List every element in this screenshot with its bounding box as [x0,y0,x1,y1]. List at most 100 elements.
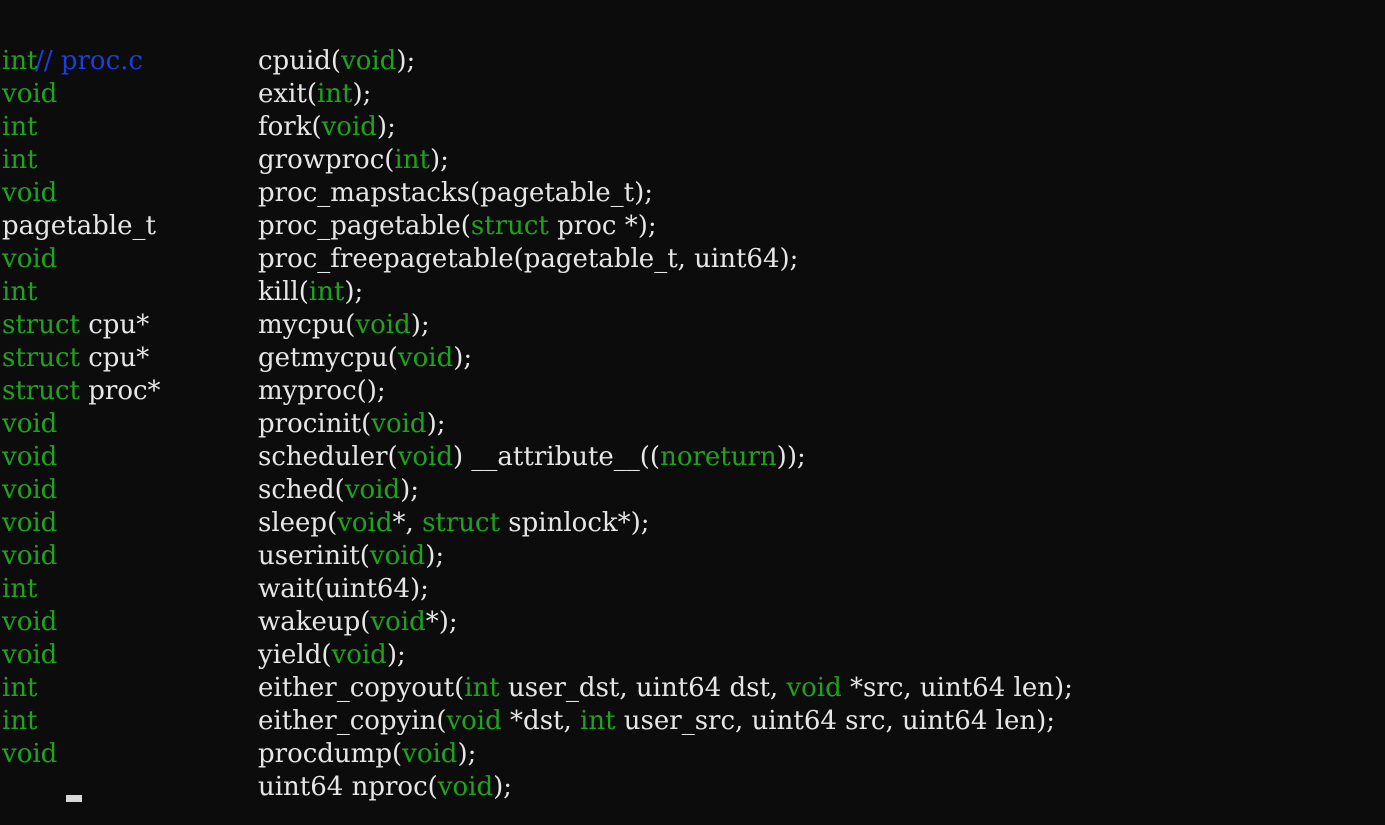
code-line: int either_copyin(void *dst, int user_src… [2,705,1382,738]
function-declaration: either_copyin(void *dst, int user_src, u… [258,705,1055,738]
function-declaration: wakeup(void*); [258,606,458,639]
return-type: int [2,672,38,705]
return-type: void [2,441,57,474]
code-token: )); [776,442,806,472]
return-type: void [2,540,57,573]
return-type: int [2,573,38,606]
keyword-token: void [2,79,58,109]
code-token: ); [344,277,364,307]
code-token: ); [453,343,473,373]
code-line: int growproc(int); [2,144,1382,177]
function-declaration: uint64 nproc(void); [258,771,512,804]
code-line: int cpuid(void); [2,45,1382,78]
code-token: sleep( [258,508,338,538]
code-line: void scheduler(void) __attribute__((noret… [2,441,1382,474]
code-token: ); [400,475,420,505]
code-token: ); [386,640,406,670]
return-type: struct cpu* [2,309,149,342]
code-token: ); [352,79,372,109]
code-line: int fork(void); [2,111,1382,144]
code-token: procdump( [258,739,403,769]
function-declaration: growproc(int); [258,144,449,177]
keyword-token: int [316,79,353,109]
code-token: spinlock*); [500,508,650,538]
code-line: void wakeup(void*); [2,606,1382,639]
function-declaration: cpuid(void); [258,45,415,78]
keyword-token: void [2,475,58,505]
return-type: void [2,507,57,540]
return-type: pagetable_t [2,210,156,243]
function-declaration: kill(int); [258,276,363,309]
code-token: scheduler( [258,442,398,472]
return-type: int [2,111,38,144]
code-line: void proc_mapstacks(pagetable_t); [2,177,1382,210]
code-token: cpuid( [258,46,342,76]
code-line: uint64 nproc(void); [2,771,1382,804]
code-token: *dst, [501,706,581,736]
type-token: pagetable_t [2,211,156,241]
keyword-token: int [2,277,38,307]
type-token: proc* [79,376,161,406]
return-type: int [2,276,38,309]
function-declaration: sched(void); [258,474,419,507]
code-token: ); [426,409,446,439]
keyword-token: void [2,640,58,670]
return-type: void [2,78,57,111]
code-token: uint64 nproc( [258,772,438,802]
function-declaration: procdump(void); [258,738,476,771]
function-declaration: either_copyout(int user_dst, uint64 dst,… [258,672,1073,705]
code-token: kill( [258,277,309,307]
function-declaration: procinit(void); [258,408,445,441]
comment-line: // proc.c [2,12,1382,76]
code-token: *, [392,508,423,538]
code-token: ); [376,112,396,142]
keyword-token: void [2,739,58,769]
keyword-token: void [321,112,377,142]
keyword-token: void [2,607,58,637]
keyword-token: void [2,244,58,274]
function-declaration: myproc(); [258,375,386,408]
code-token: user_dst, uint64 dst, [499,673,787,703]
keyword-token: void [397,343,454,373]
function-declaration: proc_mapstacks(pagetable_t); [258,177,653,210]
code-token: proc_pagetable( [258,211,471,241]
keyword-token: void [397,442,454,472]
keyword-token: int [2,46,38,76]
code-token: procinit( [258,409,372,439]
code-line: pagetable_t proc_pagetable(struct proc *)… [2,210,1382,243]
keyword-token: void [2,409,58,439]
keyword-token: void [2,178,58,208]
code-token: mycpu( [258,310,356,340]
keyword-token: void [341,46,397,76]
text-cursor [66,795,82,802]
return-type: int [2,144,38,177]
keyword-token: void [337,508,393,538]
keyword-token: void [786,673,842,703]
code-line: void procinit(void); [2,408,1382,441]
keyword-token: void [446,706,502,736]
keyword-token: void [370,607,426,637]
return-type: void [2,408,57,441]
keyword-token: struct [470,211,549,241]
code-line: void userinit(void); [2,540,1382,573]
function-declaration: exit(int); [258,78,371,111]
code-token: userinit( [258,541,370,571]
type-token: cpu* [79,343,150,373]
code-line: int wait(uint64); [2,573,1382,606]
return-type: void [2,639,57,672]
code-token: exit( [258,79,317,109]
code-token: growproc( [258,145,395,175]
return-type: void [2,606,57,639]
code-token: sched( [258,475,345,505]
keyword-token: int [2,706,38,736]
keyword-token: int [2,673,38,703]
keyword-token: struct [2,343,80,373]
terminal-editor[interactable]: // proc.c int cpuid(void); void exit(int); i… [0,0,1385,825]
function-declaration: sleep(void*, struct spinlock*); [258,507,650,540]
keyword-token: void [2,541,58,571]
code-token: ); [429,145,449,175]
code-token: fork( [258,112,322,142]
code-token: ); [410,310,430,340]
code-token: either_copyout( [258,673,465,703]
return-type: int [2,45,38,78]
